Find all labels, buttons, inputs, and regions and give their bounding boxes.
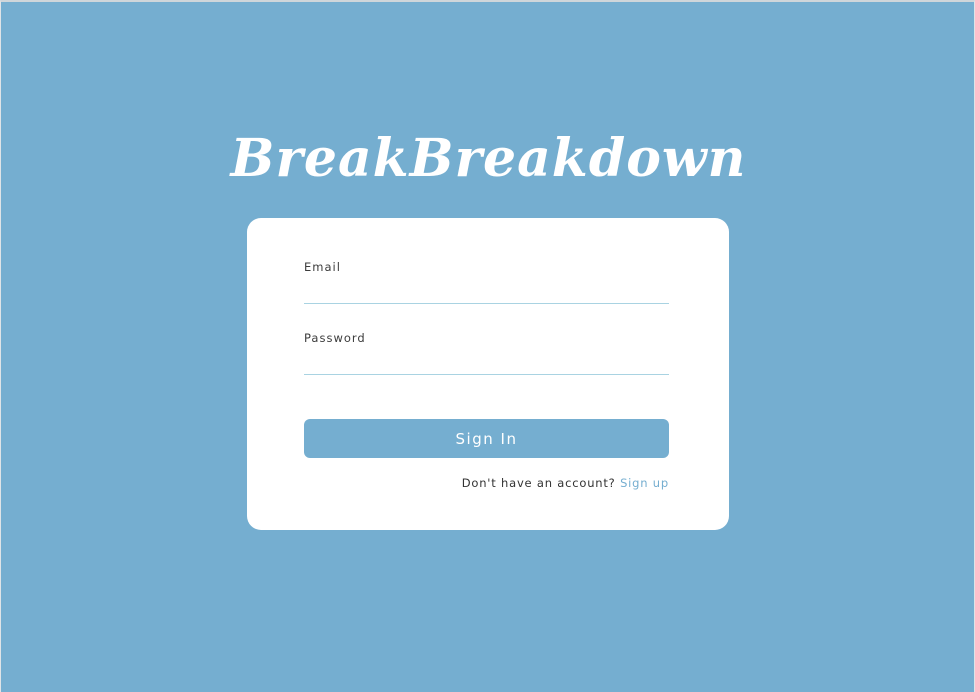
sign-up-link[interactable]: Sign up [620,476,669,490]
signup-prompt-line: Don't have an account? Sign up [304,476,669,490]
email-label: Email [304,260,341,274]
password-label: Password [304,331,366,345]
page-background: BreakBreakdown Email Password Sign In Do… [0,0,975,692]
app-title: BreakBreakdown [230,128,747,189]
password-field-group: Password [304,331,669,375]
password-field[interactable] [304,349,669,375]
signup-prompt-text: Don't have an account? [461,476,616,490]
email-field[interactable] [304,278,669,304]
email-field-group: Email [304,260,669,304]
login-card: Email Password Sign In Don't have an acc… [247,218,729,530]
sign-in-button[interactable]: Sign In [304,419,669,458]
